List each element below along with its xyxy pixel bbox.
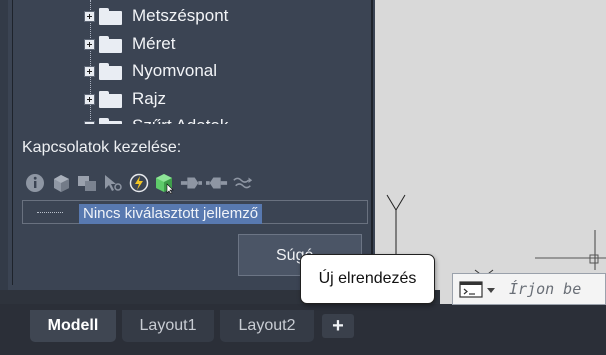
- add-layout-button[interactable]: +: [322, 314, 354, 338]
- command-input[interactable]: Írjon be: [509, 280, 581, 298]
- tree-item[interactable]: Méret: [84, 30, 175, 58]
- tree-item-label: Metszéspont: [132, 6, 229, 25]
- tree-item[interactable]: Szűrt Adatok: [84, 112, 228, 124]
- panel-edge: [0, 0, 8, 290]
- tree-item-label: Szűrt Adatok: [132, 116, 228, 124]
- folder-icon: [99, 35, 122, 53]
- cube-gray-icon[interactable]: [50, 172, 72, 194]
- selected-relation[interactable]: Nincs kiválasztott jellemző: [79, 204, 263, 224]
- tree-item[interactable]: Metszéspont: [84, 2, 228, 30]
- command-line[interactable]: Írjon be: [452, 273, 606, 305]
- tab-layout1[interactable]: Layout1: [122, 310, 214, 342]
- tree-scrollbar[interactable]: [362, 0, 367, 124]
- tree-item-label: Nyomvonal: [132, 61, 218, 80]
- tree-item-label: Méret: [132, 34, 176, 53]
- lightning-icon[interactable]: [128, 172, 150, 194]
- panel-divider: [12, 0, 13, 285]
- folder-icon: [99, 62, 122, 80]
- connector-right-icon[interactable]: [206, 172, 228, 194]
- relations-label: Kapcsolatok kezelése:: [22, 139, 182, 156]
- info-icon[interactable]: [24, 172, 46, 194]
- green-cube-icon[interactable]: [154, 172, 176, 194]
- command-prompt-icon[interactable]: [459, 281, 499, 299]
- expand-icon[interactable]: [84, 65, 95, 77]
- wave-link-icon[interactable]: [232, 172, 254, 194]
- tooltip: Új elrendezés: [300, 254, 435, 304]
- tree-item-label: Rajz: [132, 89, 167, 108]
- expand-icon[interactable]: [84, 38, 95, 50]
- relations-list[interactable]: Nincs kiválasztott jellemző: [22, 200, 368, 224]
- expand-icon[interactable]: [84, 10, 95, 22]
- folder-icon: [99, 90, 122, 108]
- relations-toolbar: [24, 172, 254, 194]
- tab-layout2[interactable]: Layout2: [220, 310, 314, 342]
- expand-icon[interactable]: [84, 93, 95, 105]
- folder-icon: [99, 7, 122, 25]
- tree-item[interactable]: Nyomvonal: [84, 57, 217, 85]
- panel-right-border: [371, 0, 373, 290]
- cubes-gray-icon[interactable]: [76, 172, 98, 194]
- list-guide-line: [37, 212, 63, 213]
- connector-left-icon[interactable]: [180, 172, 202, 194]
- select-arrow-icon[interactable]: [102, 172, 124, 194]
- tab-model[interactable]: Modell: [30, 310, 116, 342]
- feature-tree: Metszéspont Méret Nyomvonal Rajz Szűrt A…: [22, 0, 367, 124]
- folder-icon: [99, 117, 122, 124]
- layout-tab-bar: Modell Layout1 Layout2 +: [0, 310, 606, 355]
- tree-item[interactable]: Rajz: [84, 85, 166, 113]
- expand-icon[interactable]: [84, 120, 95, 124]
